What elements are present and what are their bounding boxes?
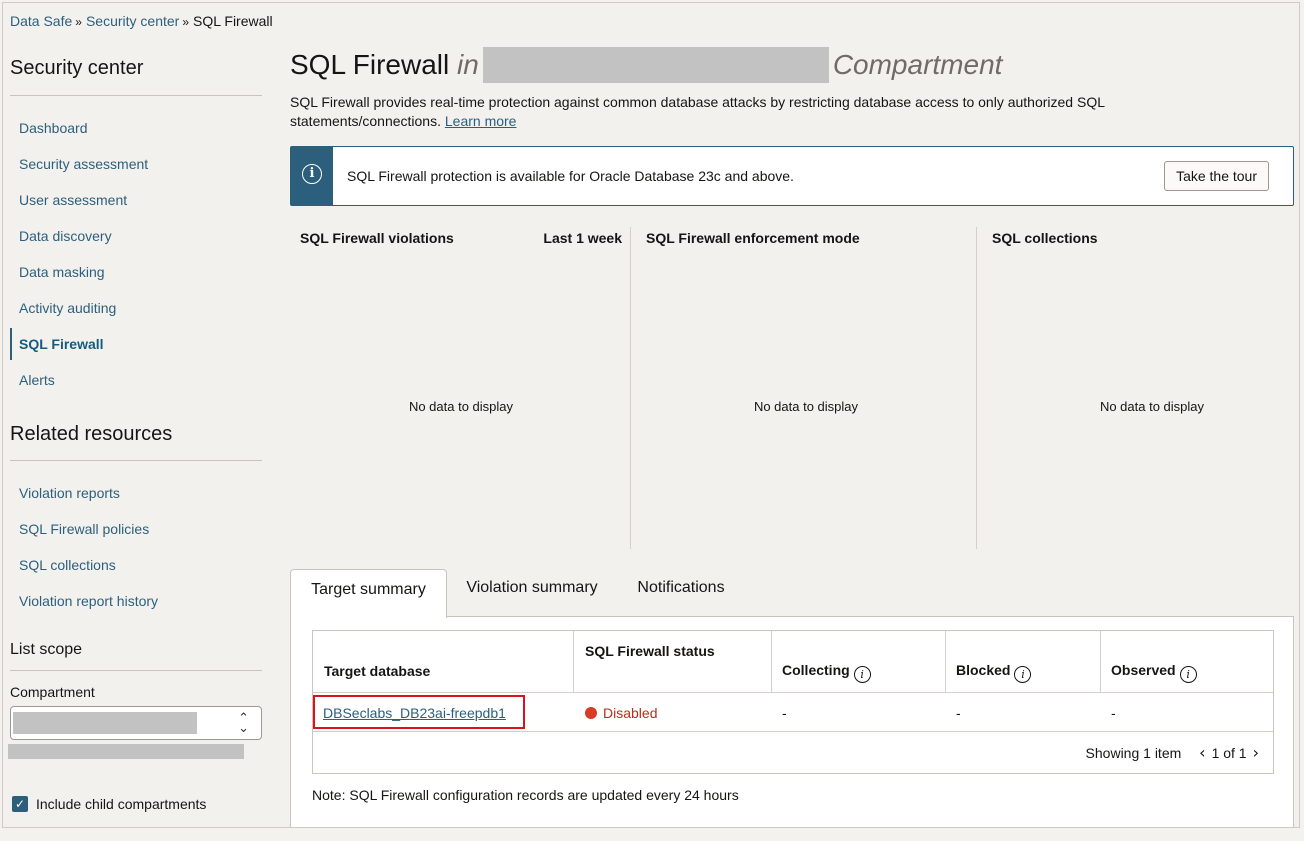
sidebar-item-violation-report-history[interactable]: Violation report history [19, 593, 158, 609]
divider [976, 227, 977, 549]
info-icon[interactable]: i [1179, 666, 1197, 683]
sidebar-heading: Security center [10, 57, 144, 79]
list-scope-heading: List scope [10, 641, 83, 658]
redacted-value [8, 744, 244, 759]
learn-more-link[interactable]: Learn more [445, 113, 517, 129]
collections-panel: SQL collections No data to display [992, 227, 1299, 549]
page-indicator: 1 of 1 [1211, 745, 1247, 761]
chevron-left-icon[interactable]: ‹ [1199, 743, 1205, 762]
sidebar-item-data-discovery[interactable]: Data discovery [19, 228, 112, 244]
no-data-text: No data to display [753, 399, 859, 414]
tab-target-summary[interactable]: Target summary [290, 569, 447, 618]
sidebar-item-security-assessment[interactable]: Security assessment [19, 156, 148, 172]
target-database-link[interactable]: DBSeclabs_DB23ai-freepdb1 [323, 705, 506, 721]
include-child-label: Include child compartments [36, 796, 207, 812]
status-cell: Disabled [585, 705, 657, 721]
tab-violation-summary[interactable]: Violation summary [453, 569, 611, 616]
target-summary-panel: Target database SQL Firewall status Coll… [290, 616, 1294, 827]
column-header-status: SQL Firewall status [585, 643, 715, 659]
column-divider [1100, 631, 1101, 692]
tab-notifications[interactable]: Notifications [619, 569, 743, 616]
sidebar-item-sql-firewall-policies[interactable]: SQL Firewall policies [19, 521, 149, 537]
row-divider [313, 731, 1273, 732]
info-icon[interactable]: i [1014, 666, 1032, 683]
column-divider [771, 631, 772, 692]
divider [10, 670, 262, 671]
check-icon: ✓ [14, 797, 26, 811]
sidebar-item-sql-firewall[interactable]: SQL Firewall [19, 336, 104, 352]
no-data-text: No data to display [1099, 399, 1205, 414]
info-message: SQL Firewall protection is available for… [347, 168, 794, 184]
collecting-cell: - [782, 705, 787, 721]
column-divider [573, 631, 574, 692]
info-icon[interactable]: i [853, 666, 871, 683]
status-text: Disabled [603, 705, 658, 721]
include-child-checkbox[interactable]: ✓ [12, 796, 28, 812]
blocked-cell: - [956, 705, 961, 721]
info-strip: i [291, 147, 333, 205]
breadcrumb-data-safe[interactable]: Data Safe [10, 13, 72, 29]
sidebar-item-data-masking[interactable]: Data masking [19, 264, 105, 280]
breadcrumb-separator-icon: » [75, 15, 82, 29]
sidebar-item-violation-reports[interactable]: Violation reports [19, 485, 120, 501]
panel-title: SQL Firewall enforcement mode [646, 230, 860, 246]
take-tour-button[interactable]: Take the tour [1164, 161, 1269, 191]
panel-range: Last 1 week [543, 230, 622, 246]
blocked-label: Blocked [956, 662, 1011, 678]
config-note: Note: SQL Firewall configuration records… [312, 787, 739, 803]
divider [630, 227, 631, 549]
divider [10, 95, 262, 96]
compartment-label: Compartment [10, 684, 95, 700]
violations-panel: SQL Firewall violations Last 1 week No d… [300, 227, 622, 549]
breadcrumb-current: SQL Firewall [193, 13, 273, 29]
row-divider [313, 692, 1273, 693]
breadcrumb: Data Safe» Security center» SQL Firewall [10, 13, 273, 29]
enforcement-panel: SQL Firewall enforcement mode No data to… [646, 227, 966, 549]
observed-label: Observed [1111, 662, 1176, 678]
page-title-compartment: Compartment [832, 49, 1003, 80]
panel-title: SQL collections [992, 230, 1098, 246]
breadcrumb-security-center[interactable]: Security center [86, 13, 179, 29]
divider [10, 460, 262, 461]
observed-cell: - [1111, 705, 1116, 721]
page-title-text: SQL Firewall [290, 49, 450, 80]
sidebar-item-alerts[interactable]: Alerts [19, 372, 55, 388]
status-disabled-icon [585, 707, 597, 719]
sidebar-item-dashboard[interactable]: Dashboard [19, 120, 88, 136]
chevron-up-down-icon: ⌃ ⌄ [238, 710, 249, 735]
chevron-right-icon[interactable]: › [1253, 743, 1259, 762]
redacted-value [13, 712, 197, 734]
page-title: SQL Firewall in Compartment [290, 47, 1003, 85]
target-table: Target database SQL Firewall status Coll… [312, 630, 1274, 774]
related-resources-heading: Related resources [10, 423, 173, 445]
page-title-in: in [457, 49, 479, 80]
page-description: SQL Firewall provides real-time protecti… [290, 93, 1170, 131]
active-indicator [10, 328, 12, 360]
redacted-compartment [482, 47, 829, 83]
breadcrumb-separator-icon: » [182, 15, 190, 29]
sidebar-item-sql-collections[interactable]: SQL collections [19, 557, 116, 573]
description-text: SQL Firewall provides real-time protecti… [290, 94, 1105, 129]
sidebar-item-user-assessment[interactable]: User assessment [19, 192, 127, 208]
panel-title: SQL Firewall violations [300, 230, 454, 246]
info-banner: i SQL Firewall protection is available f… [290, 146, 1294, 206]
compartment-select[interactable]: ⌃ ⌄ [10, 706, 262, 740]
info-icon: i [302, 164, 322, 184]
no-data-text: No data to display [408, 399, 514, 414]
collecting-label: Collecting [782, 662, 850, 678]
pagination: Showing 1 item ‹ 1 of 1 › [1086, 743, 1265, 762]
app-frame: Data Safe» Security center» SQL Firewall S… [2, 2, 1300, 828]
sidebar-item-activity-auditing[interactable]: Activity auditing [19, 300, 116, 316]
showing-count: Showing 1 item [1085, 745, 1182, 761]
column-divider [945, 631, 946, 692]
